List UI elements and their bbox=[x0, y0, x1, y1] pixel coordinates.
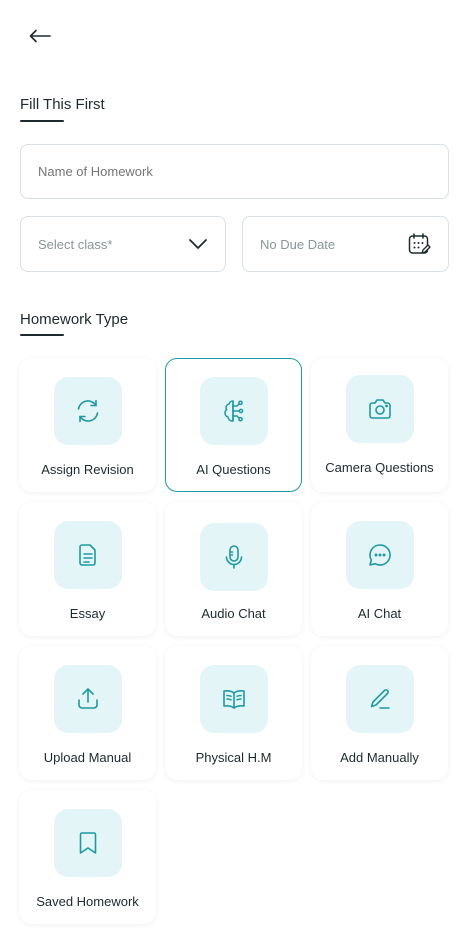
type-card-audio-chat[interactable]: Audio Chat bbox=[165, 502, 302, 636]
arrow-left-icon bbox=[29, 29, 51, 43]
icon-box bbox=[53, 521, 122, 589]
type-card-assign-revision[interactable]: Assign Revision bbox=[19, 358, 156, 492]
icon-box bbox=[199, 377, 268, 445]
pencil-icon bbox=[370, 689, 390, 709]
upload-icon bbox=[77, 688, 98, 709]
icon-box bbox=[345, 521, 414, 589]
icon-box bbox=[53, 809, 122, 877]
class-select-placeholder: Select class* bbox=[38, 236, 113, 252]
type-card-ai-questions[interactable]: AI Questions bbox=[165, 358, 302, 492]
type-card-label: Physical H.M bbox=[195, 750, 272, 765]
icon-box bbox=[53, 665, 122, 733]
homework-name-input[interactable] bbox=[20, 144, 449, 199]
type-card-label: AI Questions bbox=[196, 462, 271, 477]
icon-box bbox=[199, 665, 268, 733]
icon-box bbox=[345, 665, 414, 733]
chevron-down-icon bbox=[189, 239, 207, 249]
type-card-physical-hm[interactable]: Physical H.M bbox=[165, 646, 302, 780]
due-date-placeholder: No Due Date bbox=[260, 236, 336, 252]
type-card-camera-questions[interactable]: Camera Questions bbox=[311, 358, 448, 492]
type-card-label: Assign Revision bbox=[41, 462, 134, 477]
icon-box bbox=[53, 377, 122, 445]
camera-icon bbox=[368, 399, 391, 419]
chat-bubble-icon bbox=[368, 544, 391, 566]
type-card-saved-homework[interactable]: Saved Homework bbox=[19, 790, 156, 924]
refresh-icon bbox=[77, 399, 98, 423]
icon-box bbox=[345, 375, 414, 443]
type-card-ai-chat[interactable]: AI Chat bbox=[311, 502, 448, 636]
fill-first-title: Fill This First bbox=[20, 96, 105, 113]
microphone-icon bbox=[225, 545, 242, 569]
type-card-label: Camera Questions bbox=[325, 460, 434, 475]
type-card-label: Saved Homework bbox=[36, 894, 139, 909]
due-date-picker[interactable]: No Due Date bbox=[242, 216, 449, 272]
type-card-label: Upload Manual bbox=[43, 750, 132, 765]
back-button[interactable] bbox=[26, 24, 54, 48]
type-card-upload-manual[interactable]: Upload Manual bbox=[19, 646, 156, 780]
class-select[interactable]: Select class* bbox=[20, 216, 226, 272]
type-card-label: Audio Chat bbox=[201, 606, 266, 621]
open-book-icon bbox=[222, 690, 245, 709]
type-card-label: AI Chat bbox=[357, 606, 402, 621]
homework-type-title: Homework Type bbox=[20, 311, 129, 328]
type-card-label: Add Manually bbox=[340, 750, 419, 765]
section-underline bbox=[20, 334, 64, 336]
type-card-label: Essay bbox=[69, 606, 106, 621]
homework-type-grid: Assign Revision AI Questions Camera Ques… bbox=[19, 358, 448, 924]
calendar-edit-icon bbox=[408, 233, 431, 254]
section-underline bbox=[20, 120, 64, 122]
bookmark-icon bbox=[79, 832, 96, 854]
brain-circuit-icon bbox=[223, 400, 243, 422]
document-icon bbox=[78, 544, 96, 566]
type-card-add-manually[interactable]: Add Manually bbox=[311, 646, 448, 780]
type-card-essay[interactable]: Essay bbox=[19, 502, 156, 636]
icon-box bbox=[199, 523, 268, 591]
